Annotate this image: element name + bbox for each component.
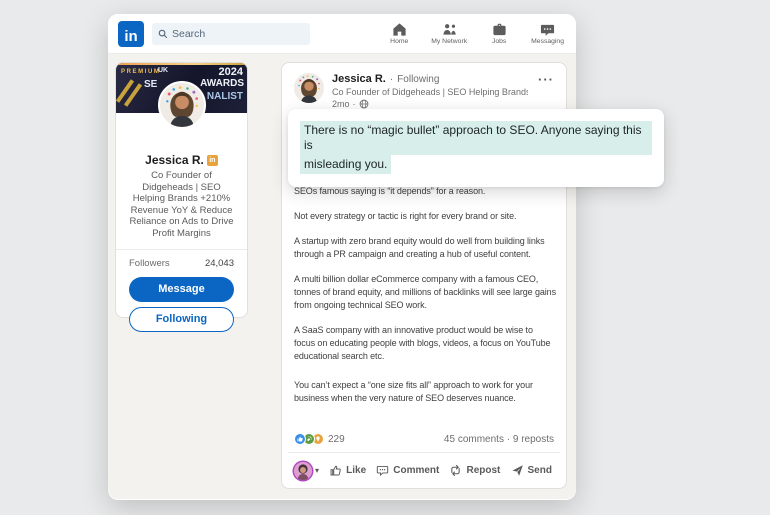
profile-avatar[interactable]	[158, 81, 206, 129]
post-paragraph: A startup with zero brand equity would d…	[294, 235, 556, 261]
screenshot-stage: in Home	[0, 0, 770, 515]
premium-in-badge: in	[207, 155, 218, 166]
messaging-icon	[540, 22, 555, 37]
send-label: Send	[528, 465, 552, 476]
post-header: Jessica R. · Following Co Founder of Did…	[282, 63, 566, 109]
jobs-icon	[492, 22, 507, 37]
comment-button[interactable]: Comment	[376, 464, 439, 477]
banner-text-finalist: NALIST	[207, 91, 243, 102]
like-button[interactable]: Like	[329, 464, 366, 477]
send-button[interactable]: Send	[511, 464, 552, 477]
post-action-bar: ▾ Like Co	[288, 452, 560, 488]
quote-line: There is no “magic bullet” approach to S…	[300, 121, 652, 155]
nav-label: Messaging	[531, 38, 564, 45]
like-reaction-icon	[294, 433, 306, 445]
dot-separator: ·	[353, 99, 356, 109]
nav-item-my-network[interactable]: My Network	[431, 22, 467, 45]
search-box[interactable]	[152, 23, 310, 45]
premium-label: PREMIUM	[121, 69, 161, 75]
nav-items: Home My Network Jobs	[384, 22, 566, 45]
nav-item-jobs[interactable]: Jobs	[484, 22, 514, 45]
post-paragraph: A multi billion dollar eCommerce company…	[294, 273, 556, 312]
top-navbar: in Home	[108, 14, 576, 54]
post-following-status[interactable]: Following	[397, 74, 439, 85]
reaction-identity-switcher[interactable]: ▾	[294, 462, 319, 480]
message-button[interactable]: Message	[129, 277, 234, 302]
linkedin-logo[interactable]: in	[118, 21, 144, 47]
following-button[interactable]: Following	[129, 307, 234, 332]
search-input[interactable]	[172, 28, 304, 40]
send-icon	[511, 464, 524, 477]
banner-text-uk: UK	[158, 67, 168, 74]
quote-line: misleading you.	[300, 155, 391, 174]
like-label: Like	[346, 465, 366, 476]
post-paragraph: A SaaS company with an innovative produc…	[294, 324, 556, 363]
followers-label: Followers	[129, 258, 170, 269]
post-body: SEOs famous saying is “it depends” for a…	[282, 185, 566, 405]
post-paragraph: You can’t expect a “one size fits all” a…	[294, 379, 556, 405]
repost-button[interactable]: Repost	[449, 464, 500, 477]
comment-label: Comment	[393, 465, 439, 476]
post-author-name[interactable]: Jessica R.	[332, 73, 386, 85]
profile-headline: Co Founder of Didgeheads | SEO Helping B…	[116, 170, 247, 240]
followers-count: 24,043	[205, 258, 234, 269]
banner-text-awards: AWARDS	[200, 78, 244, 89]
nav-item-home[interactable]: Home	[384, 22, 414, 45]
my-network-icon	[442, 22, 457, 37]
search-icon	[158, 29, 168, 39]
reactions-stack[interactable]: 229	[294, 433, 345, 445]
post-overflow-menu-icon[interactable]: ···	[536, 73, 556, 109]
repost-label: Repost	[466, 465, 500, 476]
like-icon	[329, 464, 342, 477]
linkedin-window: in Home	[108, 14, 576, 500]
post-author-headline: Co Founder of Didgeheads | SEO Helping B…	[332, 87, 528, 97]
caret-down-icon: ▾	[315, 466, 319, 475]
dot-separator: ·	[390, 74, 393, 85]
post-paragraph: Not every strategy or tactic is right fo…	[294, 210, 556, 223]
post-card: Jessica R. · Following Co Founder of Did…	[281, 62, 567, 489]
banner-text-search: SE	[144, 79, 157, 90]
comments-count[interactable]: 45 comments	[444, 434, 504, 445]
post-footer: 229 45 comments · 9 reposts ▾	[282, 433, 566, 488]
profile-name[interactable]: Jessica R.	[145, 153, 204, 167]
viewer-avatar	[294, 462, 312, 480]
banner-text-year: 2024	[219, 66, 243, 78]
repost-icon	[449, 464, 462, 477]
quote-callout: There is no “magic bullet” approach to S…	[288, 109, 664, 187]
banner-top-stripe	[116, 63, 247, 65]
post-author-avatar[interactable]	[294, 73, 324, 103]
home-icon	[392, 22, 407, 37]
nav-label: Home	[390, 38, 408, 45]
nav-label: Jobs	[492, 38, 506, 45]
reposts-count[interactable]: 9 reposts	[513, 434, 554, 445]
dot-separator: ·	[507, 434, 510, 445]
comment-icon	[376, 464, 389, 477]
post-timestamp: 2mo	[332, 99, 350, 109]
feed-background: PREMIUM UK 2024 SE AWARDS NALIST Jessica…	[108, 54, 576, 499]
globe-icon	[359, 99, 369, 109]
nav-label: My Network	[431, 38, 467, 45]
nav-item-messaging[interactable]: Messaging	[531, 22, 564, 45]
reactions-count: 229	[328, 434, 345, 445]
social-counts-row: 229 45 comments · 9 reposts	[282, 433, 566, 452]
profile-card: PREMIUM UK 2024 SE AWARDS NALIST Jessica…	[115, 62, 248, 318]
